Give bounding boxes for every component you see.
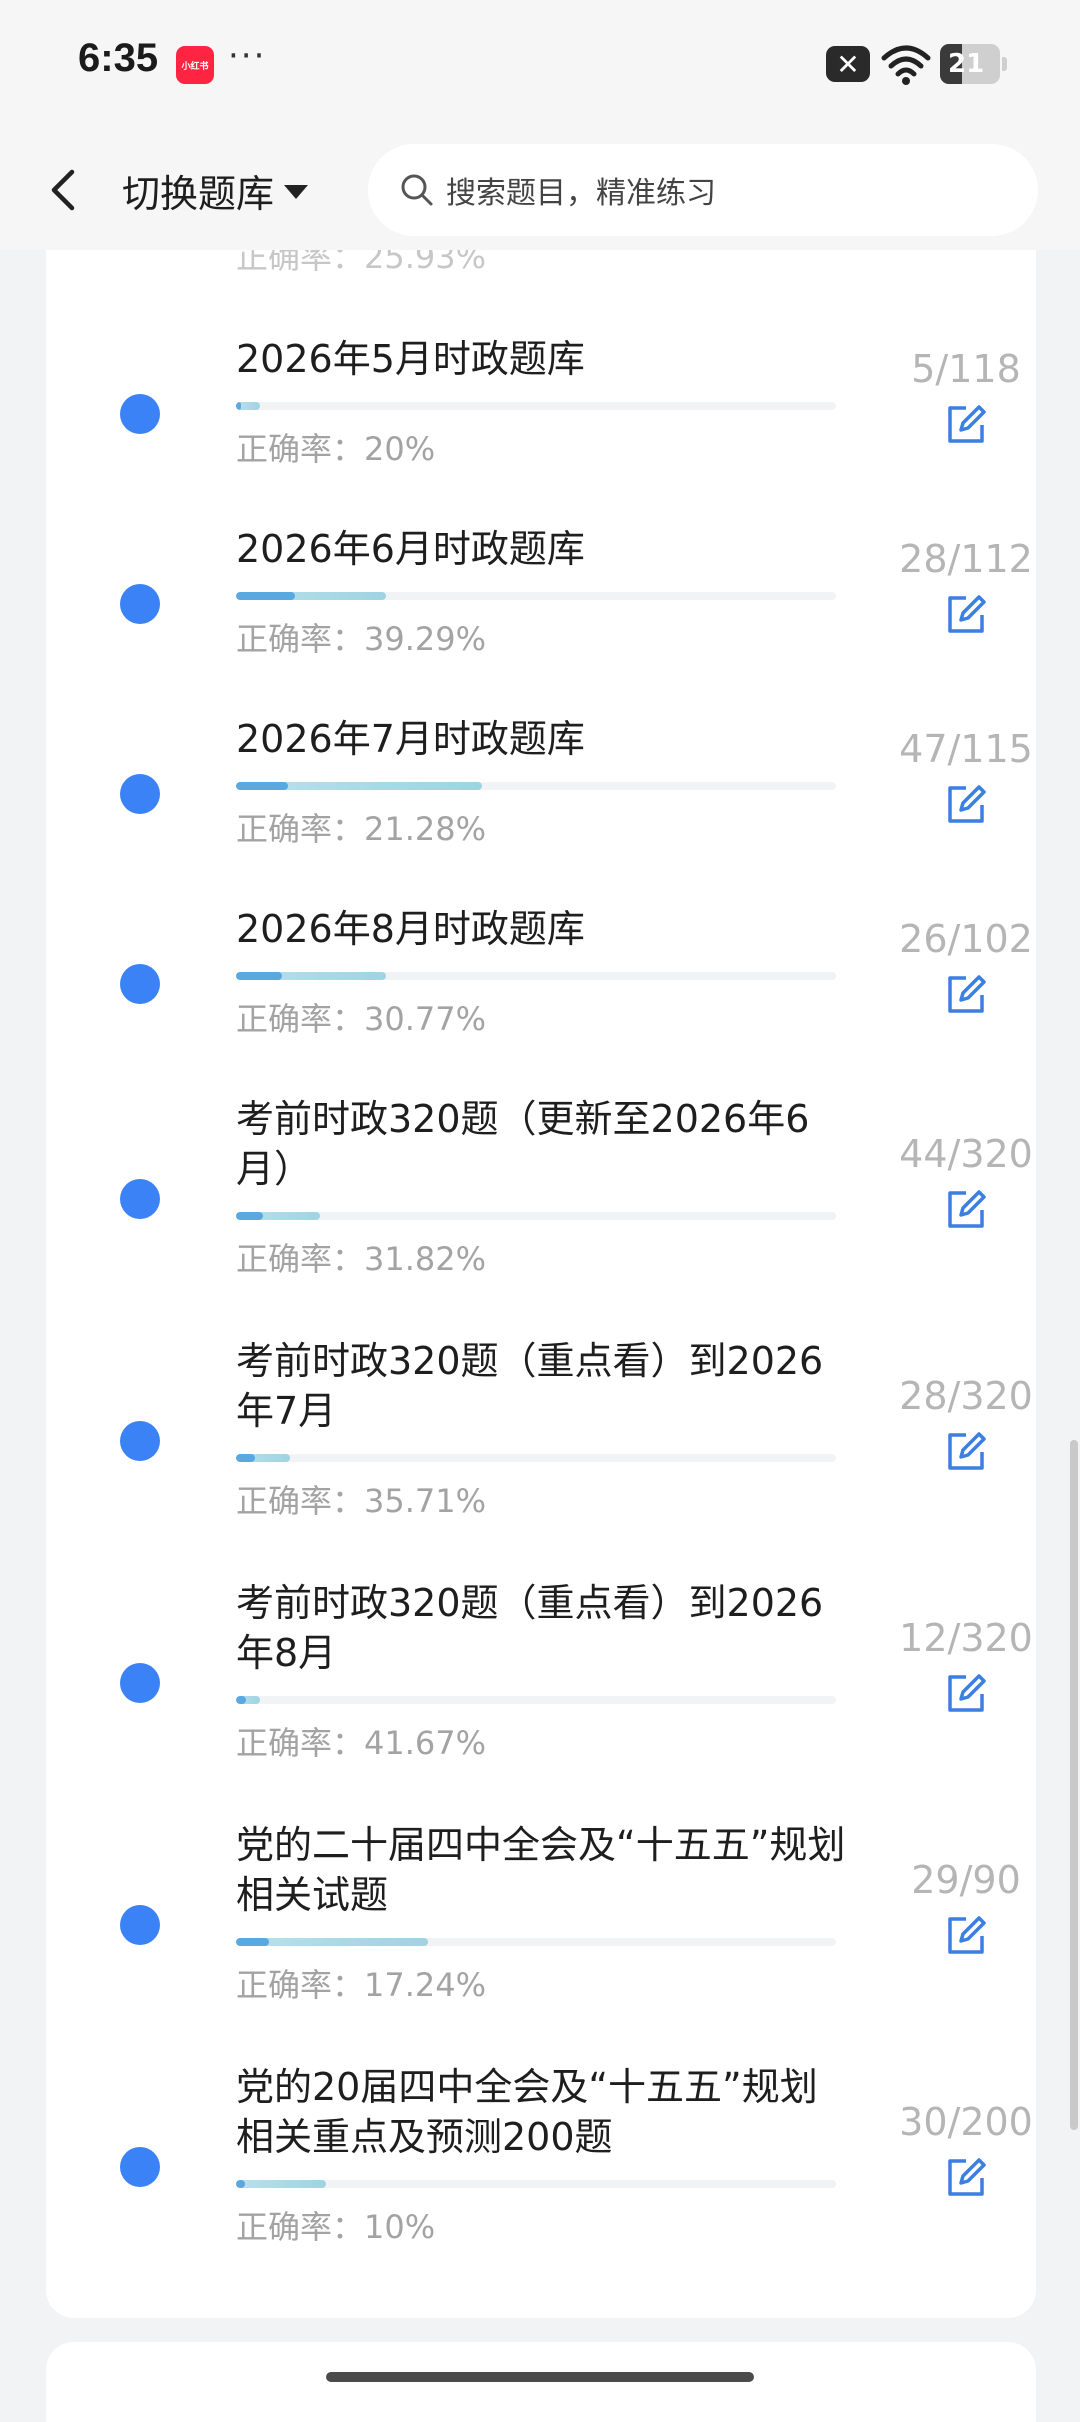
battery-icon: 21 [940,44,1007,84]
status-dot [120,584,160,624]
status-dot [120,394,160,434]
accuracy-fill [236,782,289,790]
progress-count: 29/90 [911,1858,1021,1902]
no-sim-icon: ✕ [826,46,870,82]
status-dot [120,1663,160,1703]
accuracy-fill [236,402,241,410]
progress-bar [236,1212,836,1220]
progress-bar [236,402,836,410]
edit-practice-icon[interactable] [944,1672,988,1716]
battery-level: 21 [948,49,985,79]
progress-count: 26/102 [899,917,1033,961]
edit-practice-icon[interactable] [944,1188,988,1232]
top-nav: 切换题库 搜索题目，精准练习 [0,130,1080,250]
accuracy-fill [236,2180,245,2188]
progress-bar [236,2180,836,2188]
edit-practice-icon[interactable] [944,973,988,1017]
xiaohongshu-app-icon: 小红书 [176,46,214,84]
accuracy-text: 正确率：20% [236,430,436,468]
progress-bar [236,1454,836,1462]
progress-bar [236,972,836,980]
scrollbar[interactable] [1070,1440,1078,2130]
back-arrow-icon[interactable] [40,160,90,220]
status-dot [120,774,160,814]
switch-question-bank-dropdown[interactable]: 切换题库 [122,160,309,220]
accuracy-text: 正确率：35.71% [236,1482,487,1520]
status-bar: 6:35 小红书 ··· ✕ 21 [0,0,1080,130]
clock: 6:35 [78,36,159,80]
accuracy-text: 正确率：10% [236,2208,436,2246]
progress-count: 30/200 [899,2100,1033,2144]
progress-count: 28/112 [899,537,1033,581]
accuracy-fill [236,972,283,980]
progress-bar [236,1938,836,1946]
item-title: 考前时政320题（更新至2026年6月） [236,1097,810,1191]
edit-practice-icon[interactable] [944,783,988,827]
progress-bar [236,1696,836,1704]
edit-practice-icon[interactable] [944,1430,988,1474]
accuracy-text: 正确率：39.29% [236,620,487,658]
accuracy-text: 正确率：30.77% [236,1000,487,1038]
item-title: 党的二十届四中全会及“十五五”规划相关试题 [236,1823,846,1917]
item-title: 考前时政320题（重点看）到2026年7月 [236,1339,824,1433]
wifi-icon [881,45,931,85]
search-icon [401,174,433,206]
item-title: 2026年6月时政题库 [236,527,585,571]
more-notifications-icon: ··· [228,36,267,76]
status-dot [120,1905,160,1945]
search-input[interactable]: 搜索题目，精准练习 [368,144,1038,236]
accuracy-text: 正确率：41.67% [236,1724,487,1762]
accuracy-fill [236,1696,246,1704]
question-bank-list: 正确率：25.93% 2026年5月时政题库 正确率：20% 5/118 2026年6… [46,180,1036,2318]
status-dot [120,2147,160,2187]
edit-practice-icon[interactable] [944,403,988,447]
progress-count: 47/115 [899,727,1033,771]
status-dot [120,964,160,1004]
progress-count: 12/320 [899,1616,1033,1660]
progress-count: 28/320 [899,1374,1033,1418]
progress-bar [236,592,836,600]
edit-practice-icon[interactable] [944,593,988,637]
progress-count: 44/320 [899,1132,1033,1176]
item-title: 2026年5月时政题库 [236,337,585,381]
progress-bar [236,782,836,790]
accuracy-text: 正确率：21.28% [236,810,487,848]
switch-bank-label: 切换题库 [122,171,275,216]
accuracy-fill [236,1212,263,1220]
item-title: 2026年8月时政题库 [236,907,585,951]
home-indicator[interactable] [326,2372,754,2382]
status-dot [120,1421,160,1461]
item-title: 党的20届四中全会及“十五五”规划相关重点及预测200题 [236,2065,818,2159]
progress-count: 5/118 [911,347,1021,391]
next-card [46,2342,1036,2422]
status-dot [120,1179,160,1219]
accuracy-fill [236,1454,256,1462]
caret-down-icon [284,185,309,199]
accuracy-text: 正确率：17.24% [236,1966,487,2004]
accuracy-text: 正确率：31.82% [236,1240,487,1278]
accuracy-fill [236,1938,270,1946]
item-title: 2026年7月时政题库 [236,717,585,761]
edit-practice-icon[interactable] [944,2156,988,2200]
search-placeholder: 搜索题目，精准练习 [446,176,716,211]
progress-fill [236,2180,326,2188]
edit-practice-icon[interactable] [944,1914,988,1958]
accuracy-fill [236,592,295,600]
item-title: 考前时政320题（重点看）到2026年8月 [236,1581,824,1675]
